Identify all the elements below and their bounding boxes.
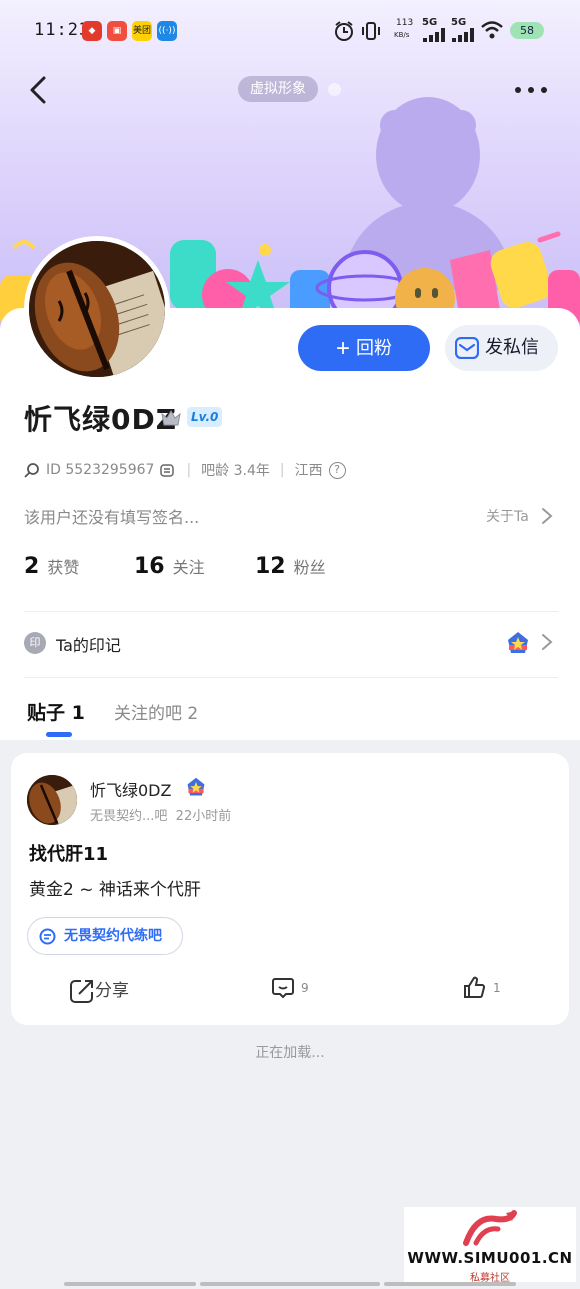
status-bar: 11:23 ◆ ▣ 美团 ((·)) 113 KB/s 5G 5G 58 — [0, 0, 580, 60]
about-link[interactable]: 关于Ta — [486, 506, 529, 526]
nfc-icon: ((·)) — [157, 21, 177, 41]
avatar[interactable] — [24, 236, 170, 382]
thumbs-up-icon — [464, 976, 486, 998]
stat-number: 16 — [134, 554, 165, 579]
send-message-button[interactable]: 发私信 — [445, 325, 558, 371]
divider — [24, 677, 558, 678]
watermark-url: WWW.SIMU001.CN — [407, 1249, 573, 1267]
help-icon[interactable]: ? — [328, 461, 346, 479]
post-time: 22小时前 — [175, 809, 232, 824]
tab-indicator — [46, 732, 72, 737]
tieba-age: 吧龄 3.4年 — [201, 463, 270, 479]
comment-icon — [272, 978, 294, 999]
tab-posts[interactable]: 贴子 1 — [27, 698, 85, 725]
gesture-bar — [64, 1282, 196, 1286]
copy-icon[interactable] — [160, 462, 176, 478]
username: 忻飞绿0DZ — [24, 403, 178, 436]
level-badge[interactable]: Lv.0 — [187, 407, 223, 427]
comment-button[interactable]: 9 — [271, 976, 309, 1002]
signal-icon — [452, 28, 474, 42]
follow-back-label: 回粉 — [356, 338, 392, 358]
share-label: 分享 — [95, 981, 129, 1001]
violin-avatar-image — [27, 775, 77, 825]
badge-star-icon — [187, 777, 205, 796]
forum-tag-button[interactable]: 无畏契约代练吧 — [27, 917, 183, 955]
stat-label: 粉丝 — [293, 558, 326, 577]
divider — [24, 611, 558, 612]
share-icon — [70, 980, 93, 1003]
search-icon — [24, 463, 39, 478]
stat-followers[interactable]: 12 粉丝 — [255, 554, 326, 579]
post-meta: 无畏契约...吧 22小时前 — [90, 805, 231, 824]
violin-avatar-image — [29, 241, 165, 377]
meituan-icon: 美团 — [132, 21, 152, 41]
network-type: 5G — [451, 17, 467, 28]
follow-back-button[interactable]: + 回粉 — [298, 325, 430, 371]
send-message-label: 发私信 — [485, 337, 539, 358]
user-id: ID 5523295967 — [46, 462, 155, 478]
location: 江西 — [294, 463, 323, 479]
forum-tag-label: 无畏契约代练吧 — [64, 928, 162, 944]
gesture-bar — [200, 1282, 380, 1286]
post-author-name[interactable]: 忻飞绿0DZ — [90, 777, 171, 801]
network-type: 5G — [422, 17, 438, 28]
stat-following[interactable]: 16 关注 — [134, 554, 205, 579]
badge-row[interactable]: 印 Ta的印记 — [24, 630, 558, 658]
watermark: WWW.SIMU001.CN 私募社区 — [404, 1207, 576, 1284]
badge-star-icon — [508, 632, 528, 653]
profile-tabs: 贴子 1 关注的吧 2 — [0, 690, 580, 740]
battery-indicator: 58 — [510, 22, 544, 39]
more-icon[interactable] — [514, 86, 548, 94]
stat-label: 关注 — [172, 558, 205, 577]
loading-indicator: 正在加载... — [255, 1045, 325, 1061]
signal-icon — [423, 28, 445, 42]
gesture-bar — [384, 1282, 516, 1286]
net-speed: 113 — [396, 18, 414, 28]
comment-count: 9 — [301, 981, 309, 995]
virtual-avatar-tag[interactable]: 虚拟形象 — [238, 76, 318, 102]
share-button[interactable]: 分享 — [69, 976, 129, 1003]
stat-likes[interactable]: 2 获赞 — [24, 554, 79, 579]
post-title[interactable]: 找代肝11 — [29, 840, 108, 866]
stat-number: 12 — [255, 554, 286, 579]
back-icon[interactable] — [22, 72, 58, 108]
net-speed-unit: KB/s — [394, 31, 410, 39]
mail-icon — [455, 337, 479, 359]
tag-dot — [328, 83, 341, 96]
alarm-icon — [335, 21, 353, 41]
like-count: 1 — [493, 981, 501, 995]
wifi-icon — [481, 21, 503, 39]
app-notification-icon: ▣ — [107, 21, 127, 41]
tab-followed-forums[interactable]: 关注的吧 2 — [114, 699, 198, 724]
watermark-logo — [463, 1210, 517, 1246]
vibrate-icon — [362, 22, 380, 40]
chevron-right-icon[interactable] — [540, 507, 554, 525]
profile-meta: ID 5523295967 | 吧龄 3.4年 | 江西 ? — [24, 459, 346, 481]
post-author-avatar[interactable] — [27, 775, 77, 825]
forum-icon — [39, 928, 56, 945]
signature: 该用户还没有填写签名... — [24, 508, 200, 527]
stat-label: 获赞 — [47, 558, 80, 577]
badge-seal-icon: 印 — [24, 632, 46, 654]
like-button[interactable]: 1 — [463, 976, 501, 1002]
meta-divider: | — [279, 462, 285, 478]
crown-icon[interactable] — [160, 408, 182, 428]
meta-divider: | — [186, 462, 192, 478]
app-notification-icon: ◆ — [82, 21, 102, 41]
post-forum-name[interactable]: 无畏契约...吧 — [90, 809, 167, 824]
stat-number: 2 — [24, 554, 40, 579]
plus-icon: + — [335, 335, 350, 362]
profile-page: 11:23 ◆ ▣ 美团 ((·)) 113 KB/s 5G 5G 58 虚拟形… — [0, 0, 580, 1289]
post-body[interactable]: 黄金2 ~ 神话来个代肝 — [29, 875, 201, 900]
badge-label: Ta的印记 — [56, 636, 121, 655]
chevron-right-icon[interactable] — [540, 633, 554, 651]
post-card[interactable]: 忻飞绿0DZ 无畏契约...吧 22小时前 找代肝11 黄金2 ~ 神话来个代肝… — [11, 753, 569, 1025]
